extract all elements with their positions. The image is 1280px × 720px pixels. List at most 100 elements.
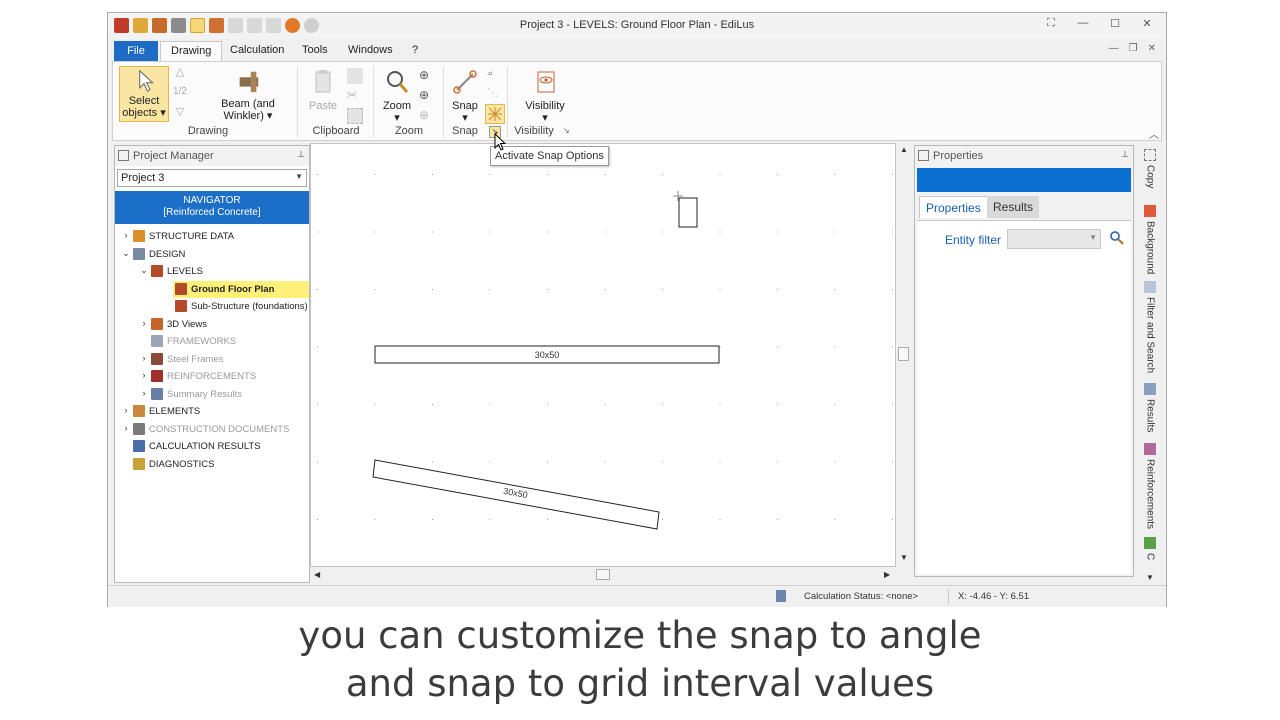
grid-dot [374, 519, 376, 520]
fullscreen-icon[interactable]: ⛶ [1042, 17, 1060, 30]
copy-small-icon[interactable] [347, 68, 363, 84]
side-tab-filter[interactable]: Filter and Search [1140, 281, 1160, 381]
tree-item[interactable]: › CONSTRUCTION DOCUMENTS [115, 421, 309, 439]
zoom-previous-icon[interactable]: ⊕ [419, 108, 435, 124]
zoom-extents-icon[interactable]: ⊕ [419, 88, 435, 104]
snap-dropdown-icon: ▾ [462, 112, 468, 124]
tree-item[interactable]: › Steel Frames [115, 351, 309, 369]
snap-button[interactable]: Snap ▾ [447, 68, 483, 124]
zoom-button[interactable]: Zoom ▾ [379, 68, 415, 124]
document-controls: — ❐ ✕ [1109, 43, 1156, 54]
tree-item[interactable]: DIAGNOSTICS [115, 456, 309, 474]
horizontal-scrollbar[interactable]: ◀ ▶ [310, 567, 896, 583]
tree-node-icon [133, 405, 145, 417]
expand-down-icon[interactable]: ⌄ [121, 248, 131, 259]
tree-item[interactable]: CALCULATION RESULTS [115, 438, 309, 456]
drawing-canvas[interactable]: 30x50 30x50 [310, 143, 896, 567]
project-manager-header: Project Manager ⊥ [115, 146, 309, 166]
side-tab-background[interactable]: Background [1140, 205, 1160, 277]
side-tab-reinforcements[interactable]: Reinforcements [1140, 443, 1160, 533]
tree-item[interactable]: FRAMEWORKS [115, 333, 309, 351]
tree-item[interactable]: Ground Floor Plan [173, 280, 309, 298]
strip-scroll-down-icon[interactable]: ▼ [1146, 573, 1154, 582]
hscroll-thumb[interactable] [596, 569, 610, 580]
doc-minimize-icon[interactable]: — [1109, 43, 1119, 54]
beam-button[interactable]: Beam (and Winkler) ▾ [213, 68, 283, 122]
tab-tools[interactable]: Tools [292, 41, 338, 61]
scroll-up-icon[interactable]: ▲ [900, 145, 908, 154]
doc-close-icon[interactable]: ✕ [1148, 43, 1156, 54]
side-tab-copy[interactable]: Copy [1140, 149, 1160, 199]
tree-item[interactable]: › Summary Results [115, 386, 309, 404]
tab-results[interactable]: Results [987, 196, 1040, 218]
pin-icon[interactable]: ⊥ [1121, 149, 1129, 160]
tab-windows[interactable]: Windows [338, 41, 403, 61]
expand-right-icon[interactable]: › [121, 423, 131, 433]
tree-item[interactable]: ⌄ LEVELS [115, 263, 309, 281]
visibility-button[interactable]: Visibility ▾ [515, 68, 575, 124]
snap-ortho-icon[interactable]: ⋱ [487, 86, 503, 102]
grid-dot [892, 404, 893, 405]
group-drawing: Drawing [187, 125, 229, 137]
scroll-thumb[interactable] [898, 347, 909, 361]
project-select[interactable]: Project 3 ▼ [117, 169, 307, 187]
tab-drawing[interactable]: Drawing [160, 41, 223, 61]
tab-file[interactable]: File [114, 41, 158, 61]
pin-icon[interactable]: ⊥ [297, 149, 305, 160]
expand-right-icon[interactable]: › [121, 230, 131, 240]
visibility-launcher-icon[interactable]: ↘ [563, 126, 575, 138]
tree-item-label: Summary Results [167, 388, 242, 400]
scroll-down-icon[interactable]: ▼ [900, 553, 908, 562]
side-tab-results[interactable]: Results [1140, 383, 1160, 437]
scissors-icon[interactable]: ✂ [347, 88, 363, 104]
side-tab-c[interactable]: C [1140, 537, 1160, 571]
tree-node-icon [175, 300, 187, 312]
tree-item[interactable]: › ELEMENTS [115, 403, 309, 421]
doc-restore-icon[interactable]: ❐ [1129, 43, 1138, 54]
select-all-icon[interactable] [347, 108, 363, 124]
tree-item[interactable]: › REINFORCEMENTS [115, 368, 309, 386]
snap-grid-icon[interactable] [485, 104, 505, 124]
entity-filter-select[interactable]: ▼ [1007, 229, 1101, 249]
search-icon[interactable] [1109, 230, 1125, 246]
drawing-area[interactable]: 30x50 30x50 [311, 144, 896, 567]
expand-right-icon[interactable]: › [139, 318, 149, 328]
project-manager-panel: Project Manager ⊥ Project 3 ▼ NAVIGATOR … [114, 145, 310, 583]
grid-dot [489, 519, 491, 520]
separator [507, 66, 508, 138]
grid-dot [489, 461, 491, 463]
project-manager-title: Project Manager [133, 150, 214, 162]
tree-node-icon [133, 230, 145, 242]
paste-button[interactable]: Paste [305, 68, 341, 112]
collapse-ribbon-icon[interactable]: ︿ [1149, 126, 1165, 142]
grid-dot [777, 461, 778, 463]
maximize-icon[interactable]: ☐ [1106, 17, 1124, 30]
zoom-window-icon[interactable]: ⊕ [419, 68, 435, 84]
expand-right-icon[interactable]: › [121, 405, 131, 415]
scroll-left-icon[interactable]: ◀ [314, 570, 320, 579]
close-icon[interactable]: ✕ [1138, 17, 1156, 30]
minimize-icon[interactable]: — [1074, 17, 1092, 30]
expand-right-icon[interactable]: › [139, 353, 149, 363]
column-element[interactable] [678, 197, 698, 228]
tree-item-label: REINFORCEMENTS [167, 371, 257, 382]
expand-right-icon[interactable]: › [139, 370, 149, 380]
vertical-scrollbar[interactable]: ▲ ▼ [896, 143, 912, 567]
scroll-right-icon[interactable]: ▶ [884, 570, 890, 579]
level-up-icon: △ [175, 66, 185, 78]
visibility-dropdown-icon: ▾ [542, 112, 548, 124]
grid-dot [834, 346, 836, 348]
tree-item[interactable]: › 3D Views [115, 316, 309, 334]
tree-item[interactable]: Sub-Structure (foundations) [173, 298, 309, 316]
app-window: Project 3 - LEVELS: Ground Floor Plan - … [107, 12, 1167, 607]
tree-item[interactable]: › STRUCTURE DATA [115, 228, 309, 246]
select-objects-button[interactable]: Select objects ▾ [119, 66, 169, 122]
grid-dot [834, 404, 836, 405]
tab-calculation[interactable]: Calculation [220, 41, 294, 61]
tree-item[interactable]: ⌄ DESIGN [115, 246, 309, 264]
tab-help[interactable]: ? [402, 41, 428, 61]
expand-down-icon[interactable]: ⌄ [139, 265, 149, 276]
tab-properties[interactable]: Properties [919, 196, 988, 218]
expand-right-icon[interactable]: › [139, 388, 149, 398]
snap-angle-icon[interactable]: ⟓ [487, 66, 503, 82]
